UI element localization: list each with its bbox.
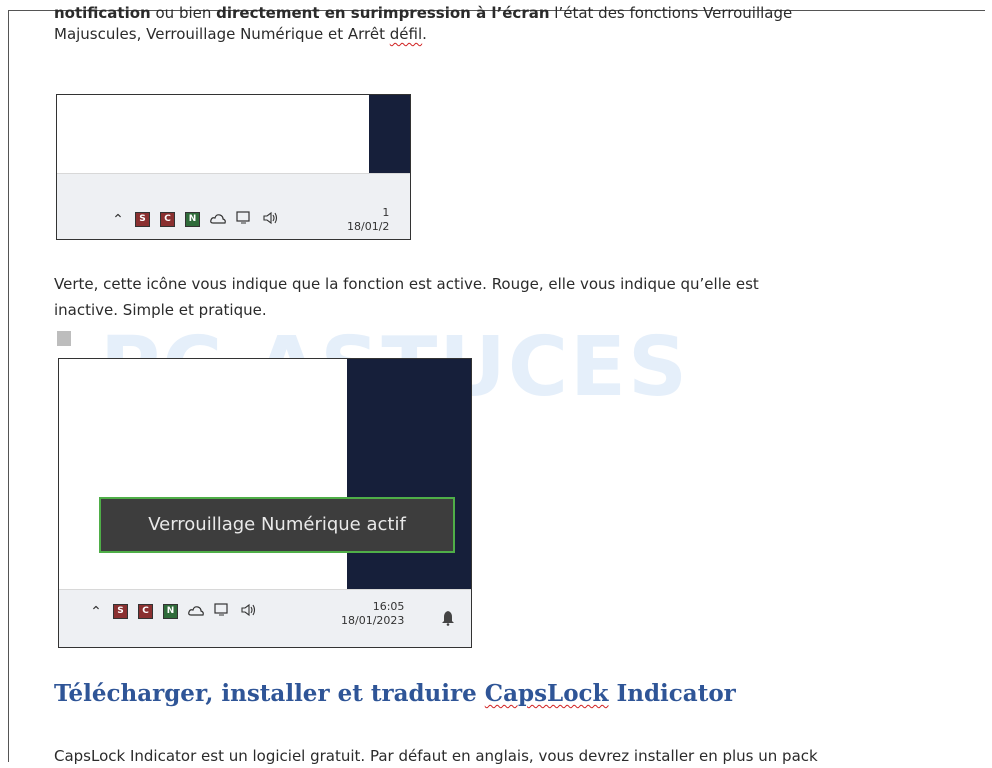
spellcheck-word-defil[interactable]: défil [390, 25, 422, 43]
paragraph-line-4: inactive. Simple et pratique. [54, 301, 267, 319]
caps-lock-indicator-icon[interactable]: C [138, 604, 153, 619]
system-tray: ⌃ S C N [111, 210, 280, 229]
monitor-icon[interactable] [214, 602, 230, 621]
num-lock-indicator-icon[interactable]: N [185, 212, 200, 227]
taskbar: ⌃ S C N 16:05 18/01/2023 [59, 589, 471, 647]
text-majuscules: Majuscules, Verrouillage Numérique et Ar… [54, 25, 390, 43]
screenshot-taskbar-1: ⌃ S C N 1 18/01/2 [56, 94, 411, 240]
spellcheck-word-capslock[interactable]: CapsLock [485, 680, 609, 707]
section-heading: Télécharger, installer et traduire CapsL… [54, 680, 736, 707]
system-tray: ⌃ S C N [89, 602, 258, 621]
paragraph-anchor-marker [57, 331, 71, 346]
speaker-icon[interactable] [262, 210, 280, 229]
clock-date: 18/01/2 [347, 220, 390, 233]
taskbar: ⌃ S C N 1 18/01/2 [57, 173, 410, 239]
text-ou-bien: ou bien [150, 4, 217, 22]
clock-time: 1 [382, 206, 390, 219]
speaker-icon[interactable] [240, 602, 258, 621]
num-lock-indicator-icon[interactable]: N [163, 604, 178, 619]
cloud-icon[interactable] [188, 602, 204, 621]
paragraph-line-3: Verte, cette icône vous indique que la f… [54, 275, 759, 293]
scroll-lock-indicator-icon[interactable]: S [135, 212, 150, 227]
heading-text-post: Indicator [608, 680, 736, 707]
clock-date: 18/01/2023 [341, 614, 405, 627]
bold-surimpression: directement en surimpression à l’écran [216, 4, 550, 22]
document-page: PC ASTUCES ASTUCES notification ou bien … [0, 0, 992, 765]
text-etat-fonctions: l’état des fonctions Verrouillage [549, 4, 793, 22]
chevron-up-icon[interactable]: ⌃ [89, 604, 103, 620]
scroll-lock-indicator-icon[interactable]: S [113, 604, 128, 619]
clock-time: 16:05 [372, 600, 405, 613]
paragraph-line-5: CapsLock Indicator est un logiciel gratu… [54, 747, 818, 765]
chevron-up-icon[interactable]: ⌃ [111, 212, 125, 228]
caps-lock-indicator-icon[interactable]: C [160, 212, 175, 227]
desktop-background [347, 359, 471, 589]
clock[interactable]: 1 18/01/2 [347, 206, 389, 234]
paragraph-line-2: Majuscules, Verrouillage Numérique et Ar… [54, 22, 427, 46]
num-lock-tooltip: Verrouillage Numérique actif [99, 497, 455, 553]
desktop-background [369, 95, 410, 173]
notification-bell-icon[interactable] [441, 610, 455, 630]
page-edge-left [8, 10, 9, 762]
monitor-icon[interactable] [236, 210, 252, 229]
bold-notification: notification [54, 4, 151, 22]
screenshot-taskbar-2: Verrouillage Numérique actif ⌃ S C N 16:… [58, 358, 472, 648]
clock[interactable]: 16:05 18/01/2023 [341, 600, 404, 628]
heading-text-pre: Télécharger, installer et traduire [54, 680, 485, 707]
text-period: . [422, 25, 427, 43]
cloud-icon[interactable] [210, 210, 226, 229]
